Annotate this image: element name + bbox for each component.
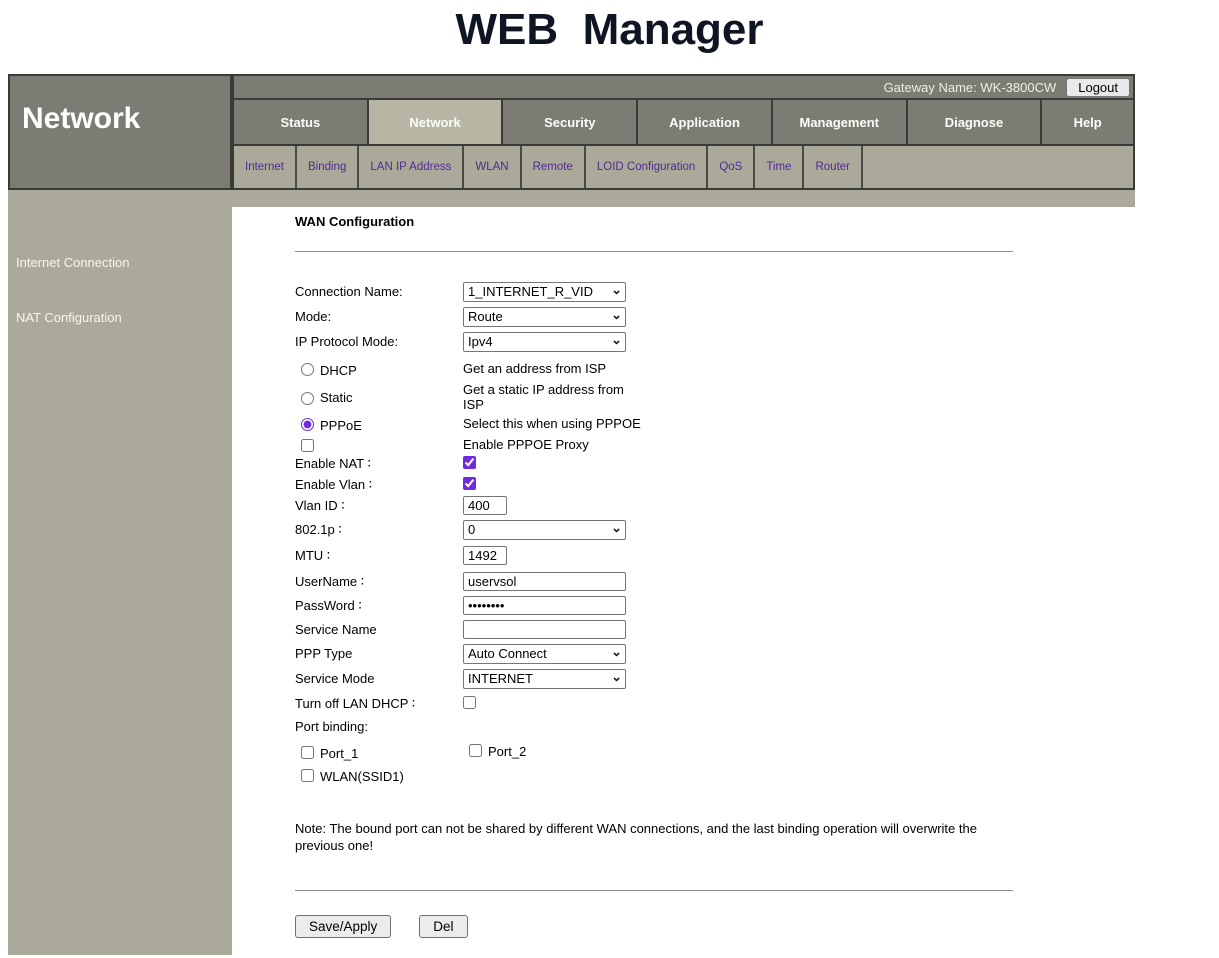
vlan-id-label: Vlan ID ∶ [295, 496, 463, 514]
static-radio-label: Static [320, 390, 353, 405]
mode-select[interactable]: Route ⌄ [463, 307, 626, 327]
pppoe-radio-label: PPPoE [320, 416, 362, 433]
mtu-label: MTU ∶ [295, 546, 463, 564]
connection-name-label: Connection Name: [295, 282, 463, 299]
tab-application[interactable]: Application [638, 100, 773, 144]
static-desc: Get a static IP address from ISP [463, 380, 643, 412]
ip-protocol-select[interactable]: Ipv4 ⌄ [463, 332, 626, 352]
connection-name-value: 1_INTERNET_R_VID [468, 284, 593, 299]
logout-button[interactable]: Logout [1066, 78, 1130, 97]
enable-vlan-checkbox[interactable] [463, 477, 476, 490]
del-button[interactable]: Del [419, 915, 467, 938]
chevron-down-icon: ⌄ [611, 669, 622, 686]
page-heading: WAN Configuration [295, 214, 1013, 229]
dhcp-radio[interactable] [301, 363, 314, 376]
nav-bottom-strip [8, 190, 1135, 207]
tab-security[interactable]: Security [503, 100, 638, 144]
dhcp-desc: Get an address from ISP [463, 359, 606, 376]
chevron-down-icon: ⌄ [611, 520, 622, 537]
pppoe-proxy-desc: Enable PPPOE Proxy [463, 435, 589, 452]
wlan-ssid1-checkbox[interactable] [301, 769, 314, 782]
ip-protocol-value: Ipv4 [468, 334, 493, 349]
gateway-name: Gateway Name: WK-3800CW [884, 80, 1057, 95]
connection-name-select[interactable]: 1_INTERNET_R_VID ⌄ [463, 282, 626, 302]
subtab-qos[interactable]: QoS [708, 146, 755, 188]
subtab-lan-ip-address[interactable]: LAN IP Address [359, 146, 464, 188]
chevron-down-icon: ⌄ [611, 332, 622, 349]
password-input[interactable] [463, 596, 626, 615]
mode-label: Mode: [295, 307, 463, 324]
chevron-down-icon: ⌄ [611, 282, 622, 299]
8021p-value: 0 [468, 522, 475, 537]
pppoe-proxy-checkbox[interactable] [301, 439, 314, 452]
port2-label: Port_2 [488, 742, 526, 759]
pppoe-radio[interactable] [301, 418, 314, 431]
username-label: UserName ∶ [295, 572, 463, 590]
service-mode-value: INTERNET [468, 671, 533, 686]
8021p-label: 802.1p ∶ [295, 520, 463, 538]
tab-management[interactable]: Management [773, 100, 908, 144]
service-mode-label: Service Mode [295, 669, 463, 686]
page-title: WEB Manager [0, 5, 1219, 55]
8021p-select[interactable]: 0 ⌄ [463, 520, 626, 540]
tab-diagnose[interactable]: Diagnose [908, 100, 1043, 144]
subtab-remote[interactable]: Remote [522, 146, 586, 188]
ip-protocol-label: IP Protocol Mode: [295, 332, 463, 349]
subtab-wlan[interactable]: WLAN [464, 146, 521, 188]
divider-bottom [295, 890, 1013, 891]
lan-dhcp-checkbox[interactable] [463, 696, 476, 709]
service-name-label: Service Name [295, 620, 463, 637]
password-label: PassWord ∶ [295, 596, 463, 614]
subtab-loid-configuration[interactable]: LOID Configuration [586, 146, 708, 188]
wlan-ssid1-label: WLAN(SSID1) [320, 767, 404, 784]
sidebar-item-nat-configuration[interactable]: NAT Configuration [16, 306, 232, 329]
main-content: WAN Configuration Connection Name: 1_INT… [232, 207, 1135, 955]
ppp-type-label: PPP Type [295, 644, 463, 661]
vlan-id-input[interactable] [463, 496, 507, 515]
static-radio[interactable] [301, 392, 314, 405]
main-tabs: Status Network Security Application Mana… [232, 100, 1135, 146]
subtab-binding[interactable]: Binding [297, 146, 359, 188]
lan-dhcp-label: Turn off LAN DHCP ∶ [295, 694, 463, 712]
section-title: Network [8, 74, 232, 190]
gateway-bar: Gateway Name: WK-3800CW Logout [232, 74, 1135, 100]
port-binding-label: Port binding: [295, 717, 463, 734]
service-name-input[interactable] [463, 620, 626, 639]
subtab-router[interactable]: Router [804, 146, 863, 188]
tab-status[interactable]: Status [234, 100, 369, 144]
app-frame: Network Gateway Name: WK-3800CW Logout S… [8, 74, 1135, 955]
save-apply-button[interactable]: Save/Apply [295, 915, 391, 938]
service-mode-select[interactable]: INTERNET ⌄ [463, 669, 626, 689]
sidebar-item-internet-connection[interactable]: Internet Connection [16, 251, 232, 274]
sidebar: Internet Connection NAT Configuration [8, 207, 232, 955]
ppp-type-select[interactable]: Auto Connect ⌄ [463, 644, 626, 664]
subtab-internet[interactable]: Internet [234, 146, 297, 188]
chevron-down-icon: ⌄ [611, 644, 622, 661]
tab-network[interactable]: Network [369, 100, 504, 144]
enable-nat-label: Enable NAT ∶ [295, 454, 463, 472]
chevron-down-icon: ⌄ [611, 307, 622, 324]
pppoe-desc: Select this when using PPPOE [463, 414, 641, 431]
sub-tabs: Internet Binding LAN IP Address WLAN Rem… [232, 146, 1135, 190]
mtu-input[interactable] [463, 546, 507, 565]
ppp-type-value: Auto Connect [468, 646, 547, 661]
dhcp-radio-label: DHCP [320, 361, 357, 378]
binding-note: Note: The bound port can not be shared b… [295, 820, 1013, 854]
port1-label: Port_1 [320, 744, 358, 761]
port2-checkbox[interactable] [469, 744, 482, 757]
tab-help[interactable]: Help [1042, 100, 1133, 144]
port1-checkbox[interactable] [301, 746, 314, 759]
mode-value: Route [468, 309, 503, 324]
enable-nat-checkbox[interactable] [463, 456, 476, 469]
divider-top [295, 251, 1013, 252]
enable-vlan-label: Enable Vlan ∶ [295, 475, 463, 493]
subtab-time[interactable]: Time [755, 146, 804, 188]
username-input[interactable] [463, 572, 626, 591]
